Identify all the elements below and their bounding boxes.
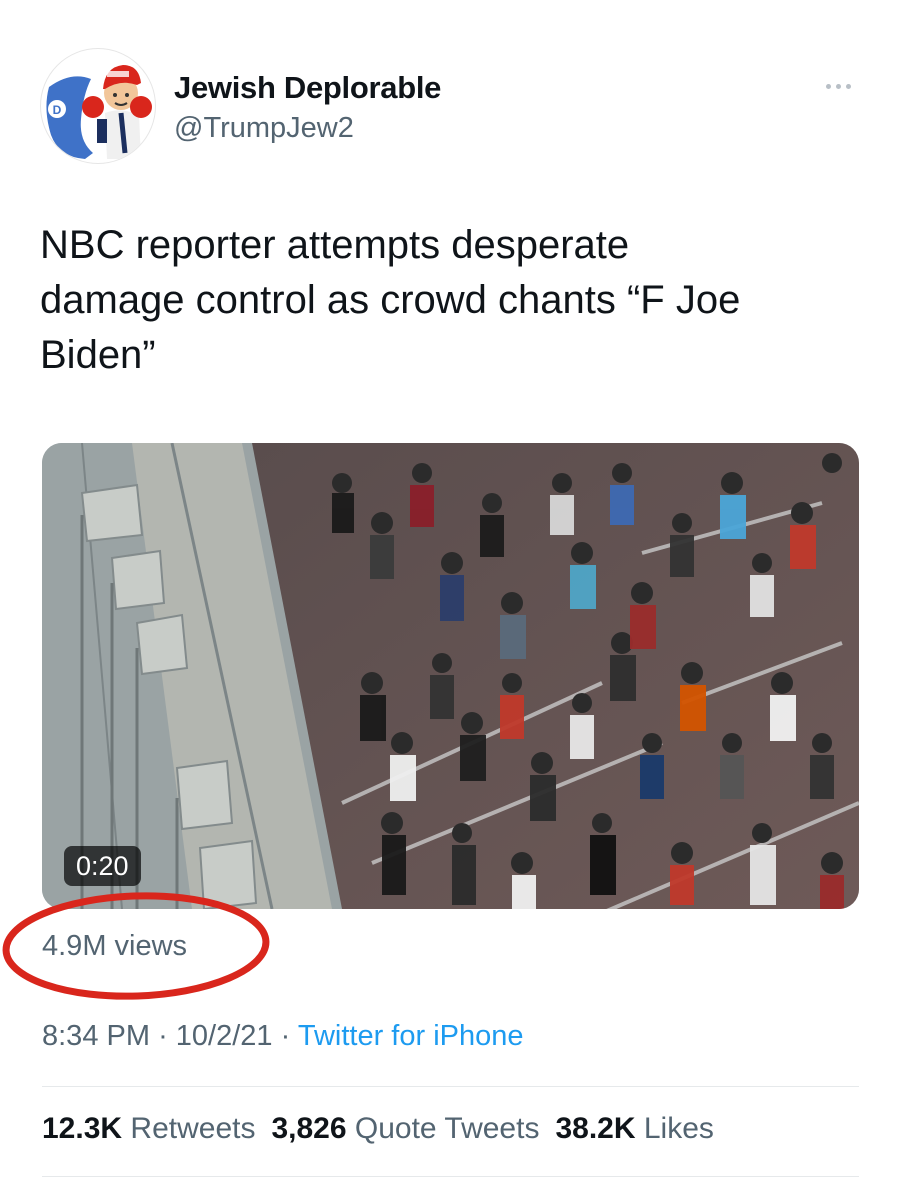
svg-text:D: D bbox=[53, 103, 62, 117]
retweets-stat[interactable]: 12.3K Retweets bbox=[42, 1112, 255, 1146]
quote-tweets-label: Quote Tweets bbox=[354, 1112, 540, 1145]
retweets-count: 12.3K bbox=[42, 1112, 123, 1145]
likes-count: 38.2K bbox=[555, 1112, 636, 1145]
cartoon-boxer-avatar-icon: D bbox=[46, 65, 152, 159]
tweet-header: D Jewish Deplorable @TrumpJew2 bbox=[40, 48, 860, 168]
avatar[interactable]: D bbox=[40, 48, 156, 164]
view-count[interactable]: 4.9M views bbox=[42, 930, 187, 963]
engagement-stats: 12.3K Retweets 3,826 Quote Tweets 38.2K … bbox=[42, 1112, 714, 1146]
retweets-label: Retweets bbox=[130, 1112, 256, 1145]
tweet-source-link[interactable]: Twitter for iPhone bbox=[298, 1020, 524, 1052]
likes-label: Likes bbox=[643, 1112, 714, 1145]
tweet-meta: 8:34 PM · 10/2/21 · Twitter for iPhone bbox=[42, 1020, 524, 1053]
likes-stat[interactable]: 38.2K Likes bbox=[555, 1112, 713, 1146]
more-options-icon[interactable] bbox=[816, 76, 860, 96]
video-thumbnail bbox=[42, 443, 859, 909]
tweet-date[interactable]: 10/2/21 bbox=[176, 1020, 273, 1052]
quote-tweets-count: 3,826 bbox=[271, 1112, 347, 1145]
meta-separator: · bbox=[280, 1020, 291, 1052]
user-handle[interactable]: @TrumpJew2 bbox=[174, 112, 354, 145]
video-player[interactable]: 0:20 bbox=[42, 443, 859, 909]
display-name[interactable]: Jewish Deplorable bbox=[174, 70, 441, 106]
divider bbox=[42, 1176, 859, 1177]
meta-separator: · bbox=[158, 1020, 168, 1052]
tweet-time[interactable]: 8:34 PM bbox=[42, 1020, 150, 1052]
quote-tweets-stat[interactable]: 3,826 Quote Tweets bbox=[271, 1112, 539, 1146]
divider bbox=[42, 1086, 859, 1087]
tweet-text: NBC reporter attempts desperate damage c… bbox=[40, 223, 741, 377]
video-duration-badge: 0:20 bbox=[64, 846, 141, 886]
